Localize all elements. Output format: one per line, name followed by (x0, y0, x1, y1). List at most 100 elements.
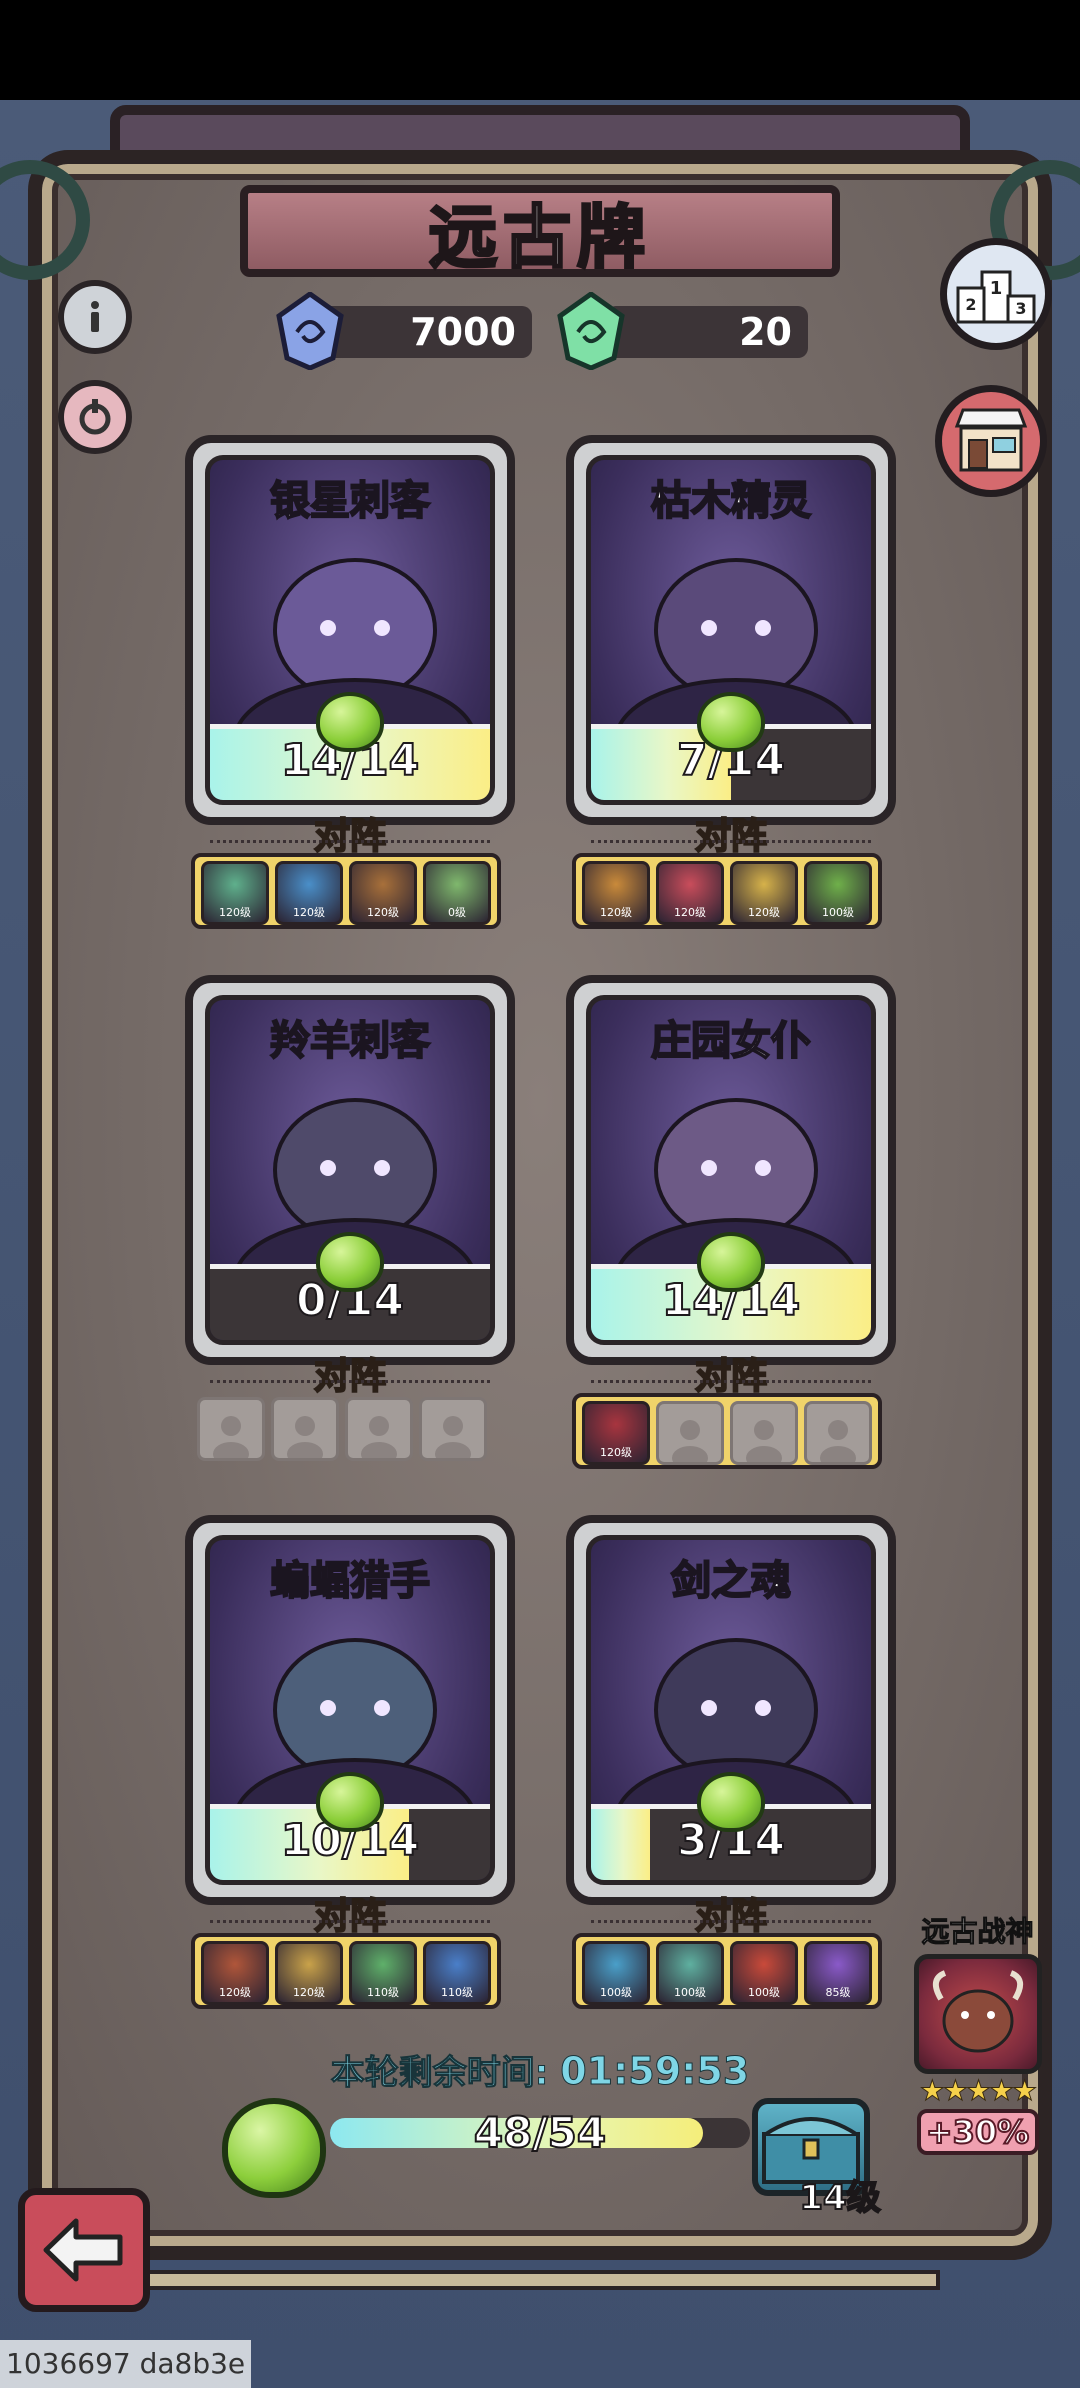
person-placeholder-icon (672, 1420, 708, 1462)
info-icon (91, 301, 99, 332)
divider (591, 840, 871, 843)
empty-opponent-slot (345, 1397, 413, 1461)
empty-opponent-slot (804, 1401, 872, 1465)
footer-frame (140, 2270, 940, 2290)
page-title: 远古牌 (427, 197, 651, 279)
shop-icon (954, 408, 1028, 472)
opponent-avatar[interactable]: 120级 (656, 861, 724, 925)
empty-opponent-slot (197, 1397, 265, 1461)
opponent-avatar[interactable]: 0级 (423, 861, 491, 925)
refresh-button[interactable] (58, 380, 132, 454)
ranking-button[interactable]: 1 2 3 (940, 238, 1052, 350)
hero-card[interactable]: 蝙蝠猎手 10/14 (185, 1515, 515, 1905)
hero-card[interactable]: 银星刺客 14/14 (185, 435, 515, 825)
bean-icon (316, 1232, 384, 1292)
opponent-avatar[interactable]: 120级 (582, 861, 650, 925)
opponent-avatar[interactable]: 85级 (804, 1941, 872, 2005)
currency-blue-value: 7000 (410, 310, 516, 354)
timer-value: 01:59:53 (560, 2049, 750, 2094)
hero-card[interactable]: 剑之魂 3/14 (566, 1515, 896, 1905)
hero-card-inner: 蝙蝠猎手 10/14 (205, 1535, 495, 1885)
opponent-avatar[interactable]: 120级 (275, 861, 343, 925)
opponent-level: 120级 (748, 906, 780, 919)
status-bar (0, 0, 1080, 100)
opponent-avatar[interactable]: 120级 (730, 861, 798, 925)
person-placeholder-icon (213, 1416, 249, 1458)
blue-gem-icon (276, 292, 344, 370)
refresh-icon (79, 399, 111, 435)
opponent-avatar[interactable]: 120级 (201, 1941, 269, 2005)
divider (210, 1380, 490, 1383)
opponent-level: 120级 (600, 906, 632, 919)
opponents-label: 对阵 (313, 1355, 387, 1398)
person-placeholder-icon (435, 1416, 471, 1458)
timer-label: 本轮剩余时间: (330, 2053, 549, 2094)
divider (210, 1920, 490, 1923)
ancient-god-stars: ★★★★★ (919, 2074, 1038, 2108)
opponent-slots: 120级 (572, 1393, 882, 1469)
opponent-avatar[interactable]: 100级 (730, 1941, 798, 2005)
hero-card[interactable]: 羚羊刺客 0/14 (185, 975, 515, 1365)
opponent-avatar[interactable]: 120级 (201, 861, 269, 925)
opponent-level: 100级 (600, 1986, 632, 1999)
svg-text:3: 3 (1015, 299, 1026, 318)
opponent-avatar[interactable]: 120级 (582, 1401, 650, 1465)
shop-button[interactable] (935, 385, 1047, 497)
opponent-level: 100级 (822, 906, 854, 919)
opponent-avatar[interactable]: 110级 (423, 1941, 491, 2005)
hero-card-inner: 庄园女仆 14/14 (586, 995, 876, 1345)
opponent-avatar[interactable]: 100级 (656, 1941, 724, 2005)
opponents-label: 对阵 (694, 1895, 768, 1938)
bean-icon (222, 2098, 326, 2198)
opponent-level: 120级 (219, 906, 251, 919)
empty-opponent-slot (419, 1397, 487, 1461)
opponents-label: 对阵 (313, 1895, 387, 1938)
svg-text:1: 1 (990, 278, 1003, 299)
bull-warrior-icon (932, 1970, 1023, 2053)
person-placeholder-icon (361, 1416, 397, 1458)
opponent-avatar[interactable]: 120级 (275, 1941, 343, 2005)
opponent-level: 120级 (219, 1986, 251, 1999)
currency-green-value: 20 (739, 310, 792, 354)
hero-card[interactable]: 枯木精灵 7/14 (566, 435, 896, 825)
opponent-avatar[interactable]: 120级 (349, 861, 417, 925)
hero-name: 庄园女仆 (650, 1017, 812, 1065)
bean-icon (316, 692, 384, 752)
opponent-level: 120级 (674, 906, 706, 919)
divider (210, 840, 490, 843)
opponent-slots: 120级 120级 120级 0级 (191, 853, 501, 929)
bean-icon (697, 1772, 765, 1832)
empty-opponent-slot (656, 1401, 724, 1465)
hero-name: 枯木精灵 (650, 477, 812, 525)
hero-name: 剑之魂 (670, 1557, 792, 1605)
hero-card-inner: 银星刺客 14/14 (205, 455, 495, 805)
opponent-avatar[interactable]: 100级 (582, 1941, 650, 2005)
bean-icon (316, 1772, 384, 1832)
back-arrow-icon (43, 2218, 123, 2282)
opponents-label: 对阵 (694, 1355, 768, 1398)
bean-icon (697, 692, 765, 752)
title-plate: 远古牌 (240, 185, 840, 279)
empty-opponent-slot (271, 1397, 339, 1461)
hero-card[interactable]: 庄园女仆 14/14 (566, 975, 896, 1365)
opponent-level: 100级 (674, 1986, 706, 1999)
ancient-god-panel[interactable]: 远古战神 ★★★★★ +30% (910, 1910, 1045, 2155)
divider (591, 1920, 871, 1923)
opponent-level: 110级 (367, 1986, 399, 1999)
green-gem-icon (557, 292, 625, 370)
info-button[interactable] (58, 280, 132, 354)
bottom-progress-text: 48/54 (473, 2107, 607, 2158)
podium-icon: 1 2 3 (956, 270, 1036, 324)
opponent-avatar[interactable]: 100级 (804, 861, 872, 925)
hero-card-inner: 枯木精灵 7/14 (586, 455, 876, 805)
empty-opponent-slot (730, 1401, 798, 1465)
hero-name: 银星刺客 (269, 477, 431, 525)
opponent-level: 110级 (441, 1986, 473, 1999)
ancient-god-portrait (913, 1954, 1042, 2074)
opponent-avatar[interactable]: 110级 (349, 1941, 417, 2005)
hero-name: 羚羊刺客 (269, 1017, 431, 1065)
back-button[interactable] (18, 2188, 150, 2312)
watermark-text: 1036697 da8b3e (0, 2340, 252, 2388)
opponent-slots (191, 1393, 493, 1469)
person-placeholder-icon (746, 1420, 782, 1462)
